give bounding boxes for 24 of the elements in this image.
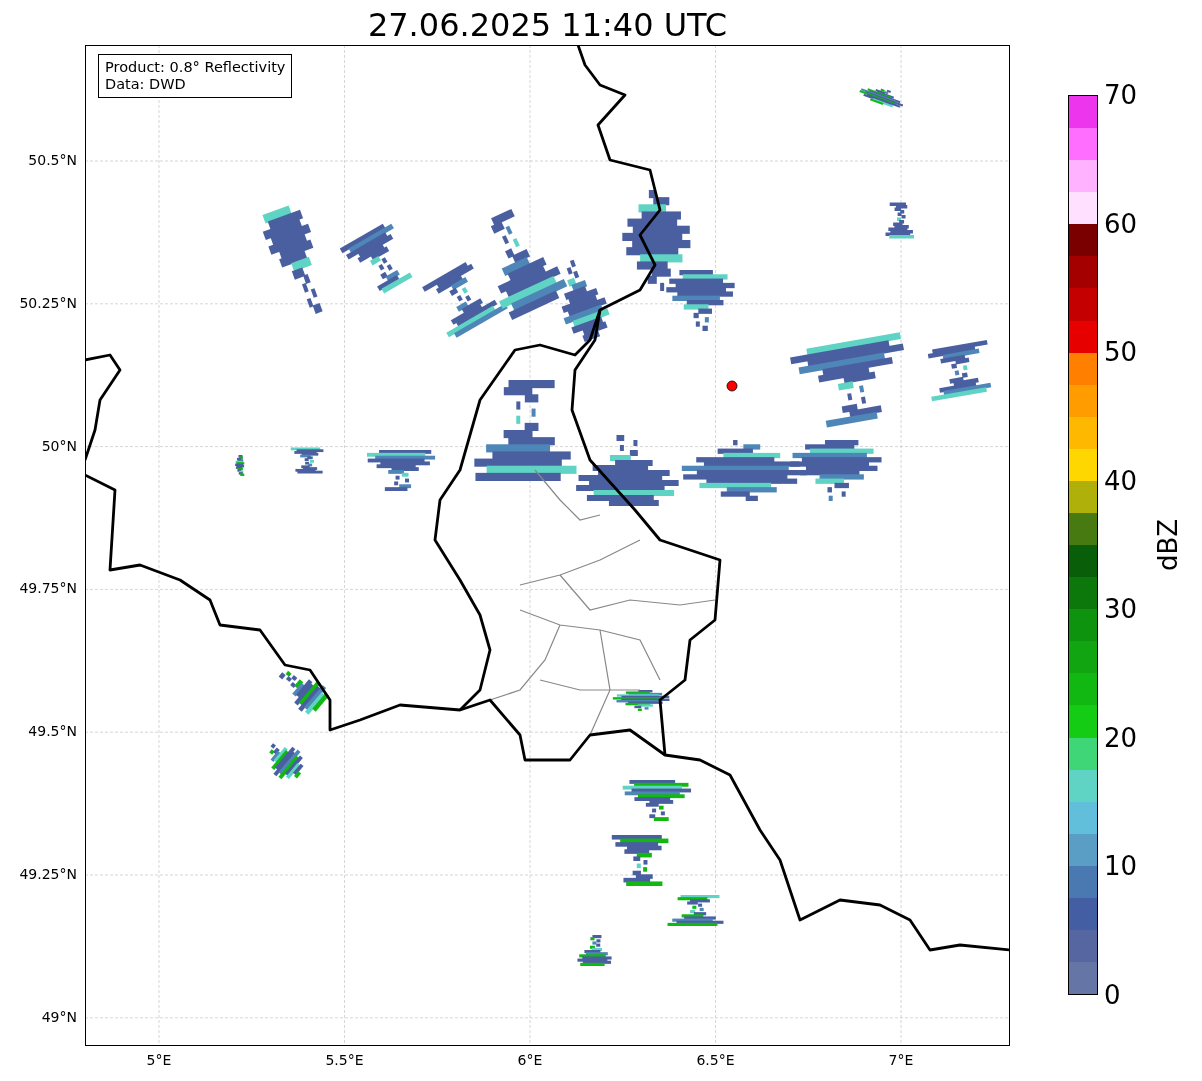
latitude-label: 49.75°N xyxy=(19,580,77,597)
latitude-label: 50.25°N xyxy=(19,294,77,311)
longitude-label: 5.5°E xyxy=(324,1052,365,1068)
colorbar-tick-label: 30 xyxy=(1104,595,1138,624)
longitude-label: 6.5°E xyxy=(695,1052,736,1068)
latitude-label: 49.5°N xyxy=(28,723,77,740)
longitude-label: 6°E xyxy=(516,1052,544,1068)
colorbar-tick-label: 70 xyxy=(1104,81,1138,109)
latitude-label: 50°N xyxy=(41,437,77,454)
info-text: Data: DWD xyxy=(105,76,187,93)
latitude-label: 50.5°N xyxy=(28,152,77,168)
longitude-label: 7°E xyxy=(887,1052,915,1068)
colorbar-tick-label: 10 xyxy=(1104,852,1138,881)
latitude-label: 49.25°N xyxy=(19,866,77,882)
latitude-label: 49°N xyxy=(41,1008,77,1025)
colorbar-tick-label: 40 xyxy=(1104,466,1138,495)
colorbar-tick-label: 0 xyxy=(1104,981,1121,1009)
info-text: Product: 0.8° Reflectivity xyxy=(105,59,286,76)
longitude-label: 5°E xyxy=(145,1052,173,1068)
colorbar-label: dBZ xyxy=(1153,518,1183,572)
colorbar-tick-label: 60 xyxy=(1104,209,1138,238)
colorbar-tick-label: 20 xyxy=(1104,723,1138,752)
colorbar-tick-label: 50 xyxy=(1104,338,1138,367)
chart-title: 27.06.2025 11:40 UTC xyxy=(366,5,729,45)
